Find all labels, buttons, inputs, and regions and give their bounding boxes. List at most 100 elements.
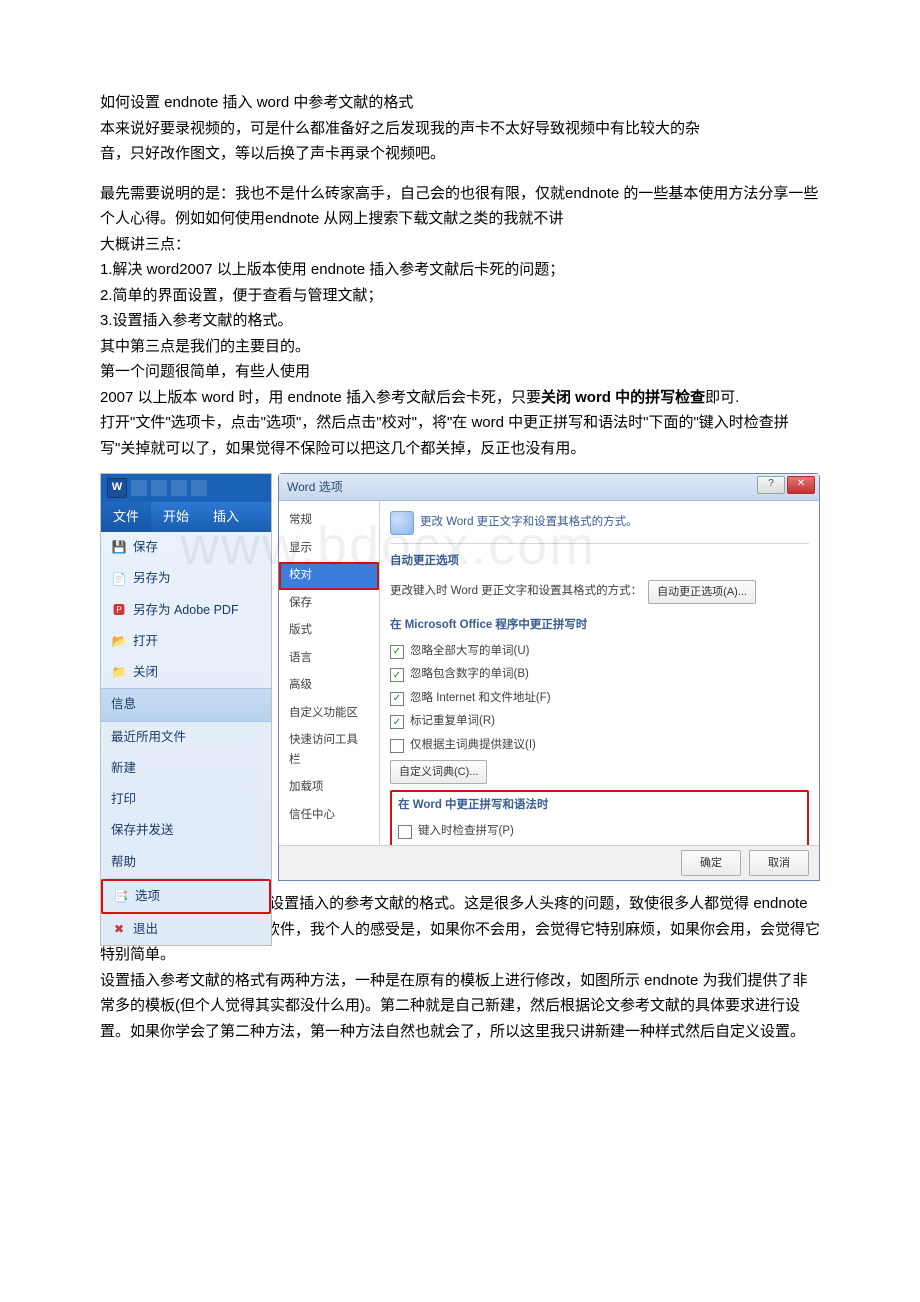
- window-help-button[interactable]: ?: [757, 476, 785, 494]
- label: 选项: [135, 886, 160, 907]
- nav-quick-access[interactable]: 快速访问工具栏: [279, 727, 379, 774]
- checkbox-label: 仅根据主词典提供建议(I): [410, 736, 536, 756]
- saveas-icon: 📄: [111, 571, 127, 587]
- dialog-footer: 确定 取消: [279, 845, 819, 880]
- cancel-button[interactable]: 取消: [749, 850, 809, 877]
- backstage-open[interactable]: 📂 打开: [101, 626, 271, 657]
- backstage-new[interactable]: 新建: [101, 753, 271, 784]
- options-main: 更改 Word 更正文字和设置其格式的方式。 自动更正选项 更改键入时 Word…: [380, 501, 819, 845]
- checkbox-ignore-numbers[interactable]: [390, 668, 404, 682]
- nav-custom-ribbon[interactable]: 自定义功能区: [279, 700, 379, 728]
- custom-dict-button[interactable]: 自定义词典(C)...: [390, 760, 487, 785]
- nav-advanced[interactable]: 高级: [279, 672, 379, 700]
- window-close-button[interactable]: ✕: [787, 476, 815, 494]
- paragraph: 大概讲三点：: [100, 232, 820, 258]
- paragraph: 如何设置 endnote 插入 word 中参考文献的格式: [100, 90, 820, 116]
- backstage-print[interactable]: 打印: [101, 784, 271, 815]
- backstage-body: 💾 保存 📄 另存为 🅿 另存为 Adobe PDF 📂 打开: [101, 532, 271, 945]
- label: 打印: [111, 789, 136, 810]
- nav-save[interactable]: 保存: [279, 590, 379, 618]
- word-icon: W: [107, 478, 127, 498]
- label: 最近所用文件: [111, 727, 186, 748]
- backstage-options[interactable]: 📑 选项: [101, 879, 271, 914]
- word-backstage-panel: W 文件 开始 插入 💾 保存 📄: [100, 473, 272, 946]
- word-spelling-group: 在 Word 中更正拼写和语法时 键入时检查拼写(P) 使用上下文拼写检查(N)…: [390, 790, 809, 845]
- dialog-title: Word 选项: [287, 477, 343, 497]
- section-title-office-spelling: 在 Microsoft Office 程序中更正拼写时: [390, 608, 809, 640]
- backstage-share[interactable]: 保存并发送: [101, 815, 271, 846]
- pdf-icon: 🅿: [111, 602, 127, 618]
- checkbox-main-dict-only[interactable]: [390, 739, 404, 753]
- label: 保存: [133, 537, 158, 558]
- label: 另存为 Adobe PDF: [133, 600, 239, 621]
- bold-text: 关闭 word 中的拼写检查: [541, 389, 705, 406]
- tab-file[interactable]: 文件: [101, 502, 151, 532]
- checkbox-ignore-internet[interactable]: [390, 692, 404, 706]
- label: 保存并发送: [111, 820, 174, 841]
- qat-button[interactable]: [131, 480, 147, 496]
- nav-language[interactable]: 语言: [279, 645, 379, 673]
- backstage-exit[interactable]: ✖ 退出: [101, 914, 271, 945]
- header-text: 更改 Word 更正文字和设置其格式的方式。: [420, 513, 638, 533]
- autocorrect-label: 更改键入时 Word 更正文字和设置其格式的方式：: [390, 582, 642, 602]
- options-icon: 📑: [113, 888, 129, 904]
- group-title: 在 Word 中更正拼写和语法时: [398, 794, 801, 820]
- backstage-save[interactable]: 💾 保存: [101, 532, 271, 563]
- abc-icon: [390, 511, 414, 535]
- screenshot-figure: www.bdocx.com W 文件 开始 插入: [100, 473, 820, 881]
- label: 信息: [111, 694, 136, 715]
- checkbox-label: 键入时检查拼写(P): [418, 822, 514, 842]
- nav-addins[interactable]: 加载项: [279, 774, 379, 802]
- text: 2007 以上版本 word 时，用 endnote 插入参考文献后会卡死，只要: [100, 389, 541, 406]
- paragraph: 打开"文件"选项卡，点击"选项"，然后点击"校对"，将"在 word 中更正拼写…: [100, 410, 820, 461]
- document-page: 如何设置 endnote 插入 word 中参考文献的格式 本来说好要录视频的，…: [0, 0, 920, 1104]
- open-icon: 📂: [111, 633, 127, 649]
- paragraph: 2.简单的界面设置，便于查看与管理文献；: [100, 283, 820, 309]
- section-header: 更改 Word 更正文字和设置其格式的方式。: [390, 507, 809, 544]
- paragraph: 2007 以上版本 word 时，用 endnote 插入参考文献后会卡死，只要…: [100, 385, 820, 411]
- label: 另存为: [133, 568, 171, 589]
- tab-home[interactable]: 开始: [151, 502, 201, 532]
- nav-format[interactable]: 版式: [279, 617, 379, 645]
- checkbox-check-spelling-typing[interactable]: [398, 825, 412, 839]
- nav-trust-center[interactable]: 信任中心: [279, 802, 379, 830]
- checkbox-label: 忽略全部大写的单词(U): [410, 642, 529, 662]
- paragraph: 本来说好要录视频的，可是什么都准备好之后发现我的声卡不太好导致视频中有比较大的杂: [100, 116, 820, 142]
- autocorrect-options-button[interactable]: 自动更正选项(A)...: [648, 580, 756, 605]
- ribbon-tabs: 文件 开始 插入: [101, 502, 271, 532]
- dialog-titlebar: Word 选项 ? ✕: [279, 474, 819, 501]
- paragraph: 音，只好改作图文，等以后换了声卡再录个视频吧。: [100, 141, 820, 167]
- tab-insert[interactable]: 插入: [201, 502, 251, 532]
- backstage-help[interactable]: 帮助: [101, 847, 271, 878]
- paragraph: 1.解决 word2007 以上版本使用 endnote 插入参考文献后卡死的问…: [100, 257, 820, 283]
- exit-icon: ✖: [111, 922, 127, 938]
- paragraph: 设置插入参考文献的格式有两种方法，一种是在原有的模板上进行修改，如图所示 end…: [100, 968, 820, 1045]
- paragraph: 最先需要说明的是：我也不是什么砖家高手，自己会的也很有限，仅就endnote 的…: [100, 181, 820, 232]
- checkbox-label: 标记重复单词(R): [410, 712, 495, 732]
- paragraph: 第一个问题很简单，有些人使用: [100, 359, 820, 385]
- paragraph: 3.设置插入参考文献的格式。: [100, 308, 820, 334]
- label: 退出: [133, 919, 158, 940]
- qat-button[interactable]: [151, 480, 167, 496]
- paragraph: 其中第三点是我们的主要目的。: [100, 334, 820, 360]
- qat-button[interactable]: [191, 480, 207, 496]
- backstage-recent[interactable]: 最近所用文件: [101, 722, 271, 753]
- checkbox-ignore-uppercase[interactable]: [390, 645, 404, 659]
- checkbox-label: 忽略包含数字的单词(B): [410, 665, 529, 685]
- save-icon: 💾: [111, 540, 127, 556]
- label: 新建: [111, 758, 136, 779]
- ok-button[interactable]: 确定: [681, 850, 741, 877]
- text: 即可.: [705, 389, 739, 406]
- backstage-info[interactable]: 信息: [101, 688, 271, 721]
- label: 关闭: [133, 662, 158, 683]
- backstage-save-pdf[interactable]: 🅿 另存为 Adobe PDF: [101, 595, 271, 626]
- checkbox-label: 忽略 Internet 和文件地址(F): [410, 689, 551, 709]
- section-title-autocorrect: 自动更正选项: [390, 544, 809, 576]
- titlebar: W: [101, 474, 271, 502]
- label: 帮助: [111, 852, 136, 873]
- backstage-close[interactable]: 📁 关闭: [101, 657, 271, 688]
- backstage-saveas[interactable]: 📄 另存为: [101, 563, 271, 594]
- label: 打开: [133, 631, 158, 652]
- checkbox-flag-repeated[interactable]: [390, 715, 404, 729]
- qat-button[interactable]: [171, 480, 187, 496]
